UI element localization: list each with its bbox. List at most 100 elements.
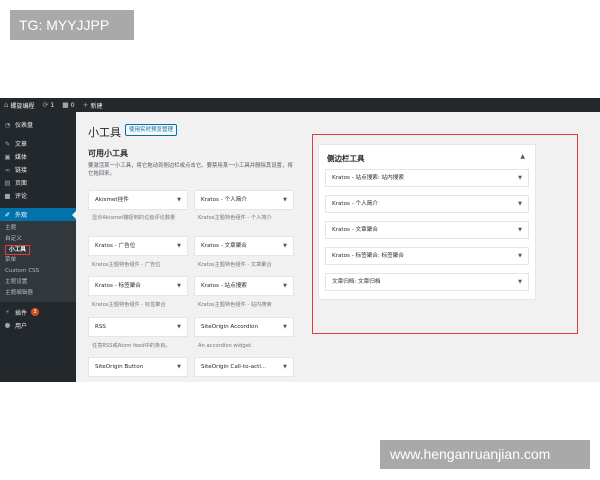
- menu-label: 评论: [15, 193, 28, 200]
- submenu-theme-settings[interactable]: 主题设置: [0, 277, 76, 288]
- widget-kratos-profile[interactable]: Kratos - 个人简介 ▼: [194, 190, 294, 210]
- comment-icon: ■: [4, 191, 11, 200]
- submenu-themes[interactable]: 主题: [0, 223, 76, 234]
- refresh-icon: ⟳: [42, 101, 49, 109]
- area-widget-posts[interactable]: Kratos - 文章聚合 ▼: [325, 221, 529, 239]
- caret-down-icon: ▼: [283, 243, 287, 249]
- submenu-widgets-label: 小工具: [5, 244, 30, 255]
- new-label: 新建: [90, 102, 103, 110]
- page-icon: ▤: [4, 178, 11, 187]
- menu-label: 仪表盘: [15, 122, 34, 129]
- submenu-custom-css[interactable]: Custom CSS: [0, 266, 76, 277]
- area-widget-archives[interactable]: 文章归档: 文章归档 ▼: [325, 273, 529, 291]
- widget-description: Kratos主题特色组件 - 广告位: [92, 262, 161, 268]
- new-link[interactable]: + 新建: [83, 101, 103, 110]
- menu-label: 用户: [15, 322, 28, 330]
- widget-kratos-search[interactable]: Kratos - 站点搜索 ▼: [194, 276, 294, 296]
- widget-description: Kratos主题特色组件 - 站内搜索: [198, 302, 272, 308]
- caret-down-icon: ▼: [283, 324, 287, 330]
- submenu-menus[interactable]: 菜单: [0, 255, 76, 266]
- sidebar-area-title[interactable]: 侧边栏工具: [327, 153, 365, 164]
- live-preview-button[interactable]: 使用实时预览管理: [125, 124, 178, 136]
- caret-down-icon: ▼: [177, 364, 181, 370]
- menu-appearance[interactable]: ✐ 外观: [0, 208, 76, 221]
- menu-comments[interactable]: ■ 评论: [0, 189, 76, 202]
- widget-siteorigin-button[interactable]: SiteOrigin Button ▼: [88, 357, 188, 377]
- widget-description: Kratos主题特色组件 - 个人简介: [198, 215, 272, 221]
- widget-title: 文章归档: 文章归档: [332, 279, 381, 285]
- widget-kratos-posts[interactable]: Kratos - 文章聚合 ▼: [194, 236, 294, 256]
- available-widgets-description: 要激活某一小工具，将它拖动到侧边栏或点击它。要禁用某一小工具并删除其设置，将它拖…: [88, 163, 293, 177]
- widget-title: SiteOrigin Accordion: [201, 324, 258, 330]
- widget-kratos-tags[interactable]: Kratos - 标签聚合 ▼: [88, 276, 188, 296]
- widget-kratos-ad[interactable]: Kratos - 广告位 ▼: [88, 236, 188, 256]
- widget-description: An accordion widget.: [198, 343, 253, 349]
- menu-pages[interactable]: ▤ 页面: [0, 176, 76, 189]
- caret-down-icon: ▼: [177, 324, 181, 330]
- comments-link[interactable]: ■ 0: [62, 101, 74, 109]
- widget-title: Kratos - 站点搜索: 站内搜索: [332, 175, 404, 181]
- area-widget-profile[interactable]: Kratos - 个人简介 ▼: [325, 195, 529, 213]
- caret-down-icon: ▼: [518, 227, 522, 233]
- menu-label: 链接: [15, 167, 28, 174]
- caret-down-icon: ▼: [177, 243, 181, 249]
- watermark-site: www.henganruanjian.com: [380, 440, 590, 469]
- menu-users[interactable]: ● 用户: [0, 319, 76, 332]
- link-icon: ∞: [4, 165, 11, 174]
- brush-icon: ✐: [4, 210, 11, 219]
- screenshot: ⌂ 螺旋编程 ⟳ 1 ■ 0 + 新建 ◔ 仪表盘 ✎ 文章 ▣ 媒体 ∞ 链接…: [0, 98, 600, 382]
- widget-title: Kratos - 广告位: [95, 243, 136, 249]
- gauge-icon: ◔: [4, 120, 11, 129]
- user-icon: ●: [4, 321, 11, 330]
- caret-down-icon: ▼: [518, 279, 522, 285]
- site-name: 螺旋编程: [10, 102, 35, 110]
- menu-label: 媒体: [15, 154, 28, 161]
- site-name-link[interactable]: ⌂ 螺旋编程: [4, 101, 34, 110]
- caret-down-icon: ▼: [177, 197, 181, 203]
- widget-title: SiteOrigin Button: [95, 364, 144, 370]
- menu-media[interactable]: ▣ 媒体: [0, 150, 76, 163]
- widget-title: Kratos - 文章聚合: [332, 227, 378, 233]
- plug-icon: ⚡: [5, 308, 10, 317]
- submenu-widgets[interactable]: 小工具: [0, 244, 76, 256]
- area-widget-tags[interactable]: Kratos - 标签聚合: 标签聚合 ▼: [325, 247, 529, 265]
- widget-siteorigin-cta[interactable]: SiteOrigin Call-to-acti... ▼: [194, 357, 294, 377]
- menu-dashboard[interactable]: ◔ 仪表盘: [0, 118, 76, 131]
- appearance-submenu: 主题 自定义 小工具 菜单 Custom CSS 主题设置 主题编辑器: [0, 221, 76, 302]
- widget-title: Kratos - 标签聚合: [95, 283, 141, 289]
- widget-title: Kratos - 个人简介: [332, 201, 378, 207]
- menu-label: 外观: [15, 212, 28, 219]
- home-icon: ⌂: [4, 101, 9, 109]
- submenu-customize[interactable]: 自定义: [0, 234, 76, 245]
- widget-rss[interactable]: RSS ▼: [88, 317, 188, 337]
- available-widgets-title: 可用小工具: [88, 149, 128, 158]
- admin-bar: ⌂ 螺旋编程 ⟳ 1 ■ 0 + 新建: [0, 98, 600, 112]
- widget-description: 任意RSS或Atom feed中的条目。: [92, 343, 171, 349]
- menu-label: 页面: [15, 180, 28, 187]
- menu-label: 插件: [15, 309, 28, 317]
- caret-up-icon[interactable]: ▲: [520, 153, 525, 160]
- caret-down-icon: ▼: [518, 201, 522, 207]
- updates-count: 1: [50, 101, 55, 109]
- menu-posts[interactable]: ✎ 文章: [0, 137, 76, 150]
- media-icon: ▣: [4, 152, 11, 161]
- menu-plugins[interactable]: ⚡ 插件 3: [0, 306, 76, 319]
- widget-description: Kratos主题特色组件 - 文章聚合: [198, 262, 272, 268]
- widget-siteorigin-accordion[interactable]: SiteOrigin Accordion ▼: [194, 317, 294, 337]
- menu-links[interactable]: ∞ 链接: [0, 163, 76, 176]
- plugins-update-badge: 3: [31, 308, 40, 317]
- comment-icon: ■: [62, 101, 69, 109]
- widget-akismet[interactable]: Akismet挂件 ▼: [88, 190, 188, 210]
- pin-icon: ✎: [4, 139, 11, 148]
- caret-down-icon: ▼: [283, 197, 287, 203]
- submenu-theme-editor[interactable]: 主题编辑器: [0, 288, 76, 299]
- widget-title: RSS: [95, 324, 106, 330]
- widget-title: Kratos - 个人简介: [201, 197, 247, 203]
- caret-down-icon: ▼: [283, 283, 287, 289]
- comments-count: 0: [70, 101, 75, 109]
- updates-link[interactable]: ⟳ 1: [42, 101, 54, 109]
- plus-icon: +: [82, 101, 89, 109]
- sidebar-widget-area: 侧边栏工具 ▲ Kratos - 站点搜索: 站内搜索 ▼ Kratos - 个人…: [318, 144, 536, 300]
- area-widget-search[interactable]: Kratos - 站点搜索: 站内搜索 ▼: [325, 169, 529, 187]
- widget-description: 显示Akismet捕捉到的垃圾评论数量: [92, 215, 176, 221]
